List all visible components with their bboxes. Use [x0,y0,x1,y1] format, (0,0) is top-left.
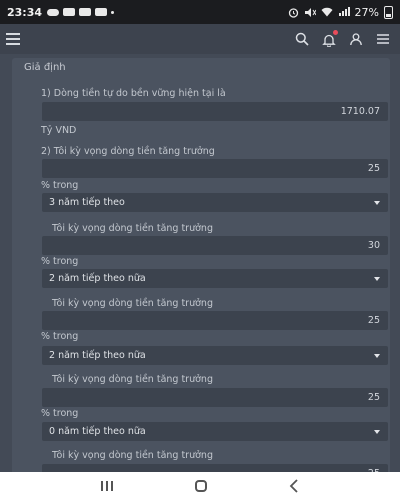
signal-icon [338,7,350,16]
main-content: Giả định 1) Dòng tiền tự do bền vững hiệ… [0,54,400,472]
growth-rate-input-4[interactable]: 25 [42,388,388,407]
section-title: Giả định [24,62,66,73]
period-select-1[interactable]: 3 năm tiếp theo [42,193,388,212]
q2-label: 2) Tôi kỳ vọng dòng tiền tăng trưởng [41,146,215,157]
percent-in-label-3: % trong [41,331,79,342]
caret-down-icon [374,430,380,434]
status-bar: 23:34 27% [0,0,400,24]
app-icon [79,8,92,16]
percent-in-label-1: % trong [41,180,79,191]
app-icon [63,8,76,16]
current-cashflow-input[interactable]: 1710.07 [42,102,388,121]
user-icon[interactable] [349,32,363,46]
status-time: 23:34 [7,5,43,19]
notification-badge [333,30,338,35]
period-select-3[interactable]: 2 năm tiếp theo nữa [42,346,388,365]
growth-rate-input-2[interactable]: 30 [42,236,388,255]
hamburger-icon[interactable] [376,32,390,46]
notification-button[interactable] [322,30,338,48]
search-icon[interactable] [295,32,309,46]
recents-icon[interactable] [101,481,113,491]
q1-label: 1) Dòng tiền tự do bền vững hiện tại là [41,88,226,99]
more-dot-icon [111,10,115,14]
alarm-icon [288,7,298,18]
battery-percent: 27% [354,5,379,19]
growth-label-3: Tôi kỳ vọng dòng tiền tăng trưởng [52,298,213,309]
system-nav-bar [0,472,400,500]
growth-label-5: Tôi kỳ vọng dòng tiền tăng trưởng [52,450,213,461]
back-icon[interactable] [289,479,299,493]
percent-in-label-2: % trong [41,256,79,267]
battery-icon [384,5,393,19]
q1-unit-label: Tỷ VND [41,125,77,136]
app-icon [95,8,108,16]
cloud-icon [47,8,60,16]
notification-icons [47,8,115,16]
caret-down-icon [374,277,380,281]
period-select-4[interactable]: 0 năm tiếp theo nữa [42,422,388,441]
bell-icon [322,34,336,48]
percent-in-label-4: % trong [41,408,79,419]
caret-down-icon [374,201,380,205]
period-select-3-value: 2 năm tiếp theo nữa [49,350,146,361]
growth-rate-input-5[interactable]: 25 [42,464,388,472]
period-select-4-value: 0 năm tiếp theo nữa [49,426,146,437]
assumptions-card: Giả định 1) Dòng tiền tự do bền vững hiệ… [12,58,390,472]
period-select-2-value: 2 năm tiếp theo nữa [49,273,146,284]
growth-rate-input-1[interactable]: 25 [42,159,388,178]
app-header [0,24,400,54]
period-select-1-value: 3 năm tiếp theo [49,197,125,208]
growth-rate-input-3[interactable]: 25 [42,311,388,330]
period-select-2[interactable]: 2 năm tiếp theo nữa [42,269,388,288]
growth-label-2: Tôi kỳ vọng dòng tiền tăng trưởng [52,223,213,234]
growth-label-4: Tôi kỳ vọng dòng tiền tăng trưởng [52,374,213,385]
wifi-icon [321,7,333,17]
caret-down-icon [374,354,380,358]
home-icon[interactable] [195,480,207,492]
mute-icon [304,7,316,17]
menu-icon[interactable] [6,33,20,45]
